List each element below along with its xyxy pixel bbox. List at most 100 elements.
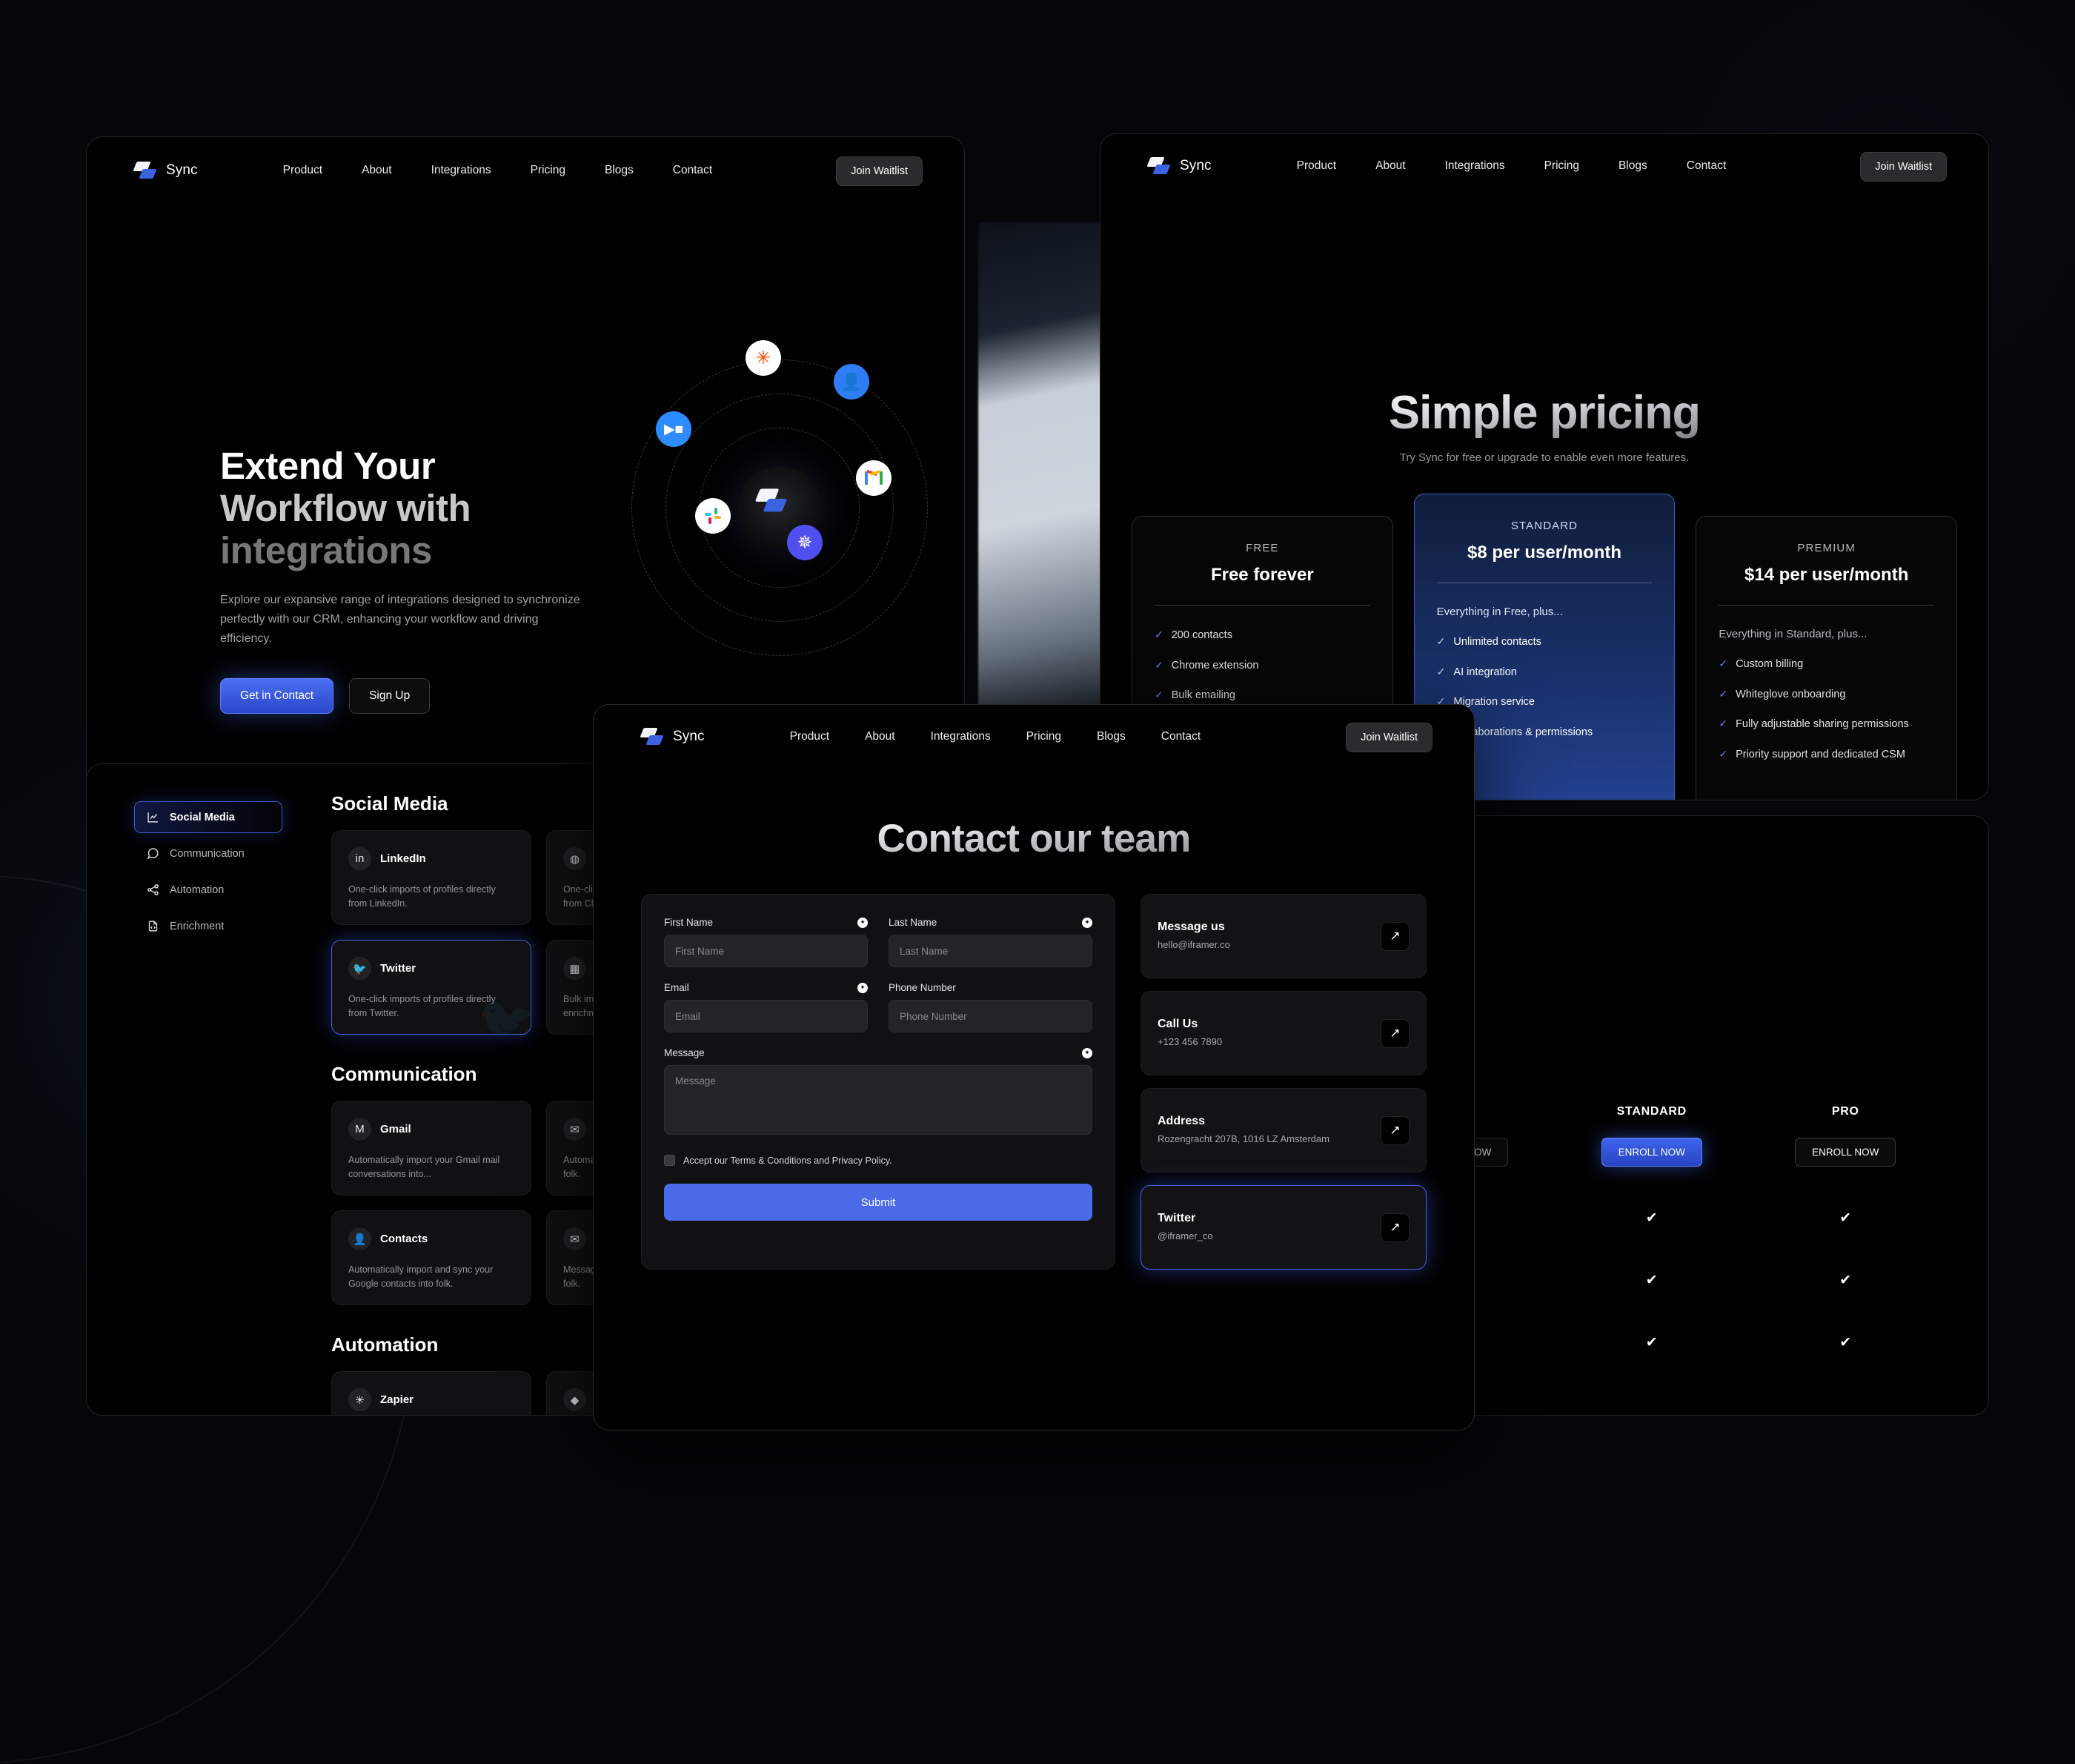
last-name-label: Last Name <box>889 917 937 928</box>
sync-logo-icon <box>1146 156 1171 176</box>
integration-desc: One-click imports of profiles directly f… <box>348 884 496 909</box>
gmail-icon: M <box>348 1118 371 1141</box>
message-field-group: Message ✦ <box>664 1047 1092 1138</box>
first-name-field-group: First Name ✦ <box>664 917 868 967</box>
arrow-up-right-icon[interactable]: ↗ <box>1381 1213 1410 1242</box>
integration-card-zapier[interactable]: ✳ Zapier Automate your workflows across … <box>331 1371 531 1415</box>
hero-title: Extend Your Workflow with integrations <box>220 445 591 571</box>
sidebar-item-communication[interactable]: Communication <box>134 838 282 869</box>
sync-logo-icon <box>754 488 803 528</box>
nav-link-integrations[interactable]: Integrations <box>1445 159 1505 173</box>
nav-link-pricing[interactable]: Pricing <box>1544 159 1579 173</box>
message-label: Message <box>664 1047 705 1058</box>
nav-link-contact[interactable]: Contact <box>1687 159 1726 173</box>
pricing-nav-links: Product About Integrations Pricing Blogs… <box>1297 159 1727 173</box>
nav-link-product[interactable]: Product <box>283 164 322 177</box>
sidebar-item-automation[interactable]: Automation <box>134 874 282 906</box>
gmail-icon[interactable] <box>856 460 892 496</box>
contact-card-twitter[interactable]: Twitter @iframer_co ↗ <box>1141 1185 1427 1270</box>
first-name-input[interactable] <box>664 935 868 967</box>
chart-line-icon <box>147 811 159 823</box>
compare-column-pro: PRO ENROLL NOW <box>1749 1105 1943 1167</box>
nav-link-pricing[interactable]: Pricing <box>1026 730 1061 743</box>
bulk-icon: ▦ <box>563 957 586 980</box>
contact-nav-links: Product About Integrations Pricing Blogs… <box>790 730 1201 743</box>
required-icon: ✦ <box>1082 917 1092 928</box>
plan-card-premium: PREMIUM $14 per user/month Everything in… <box>1696 516 1958 800</box>
zapier-icon[interactable]: ✳ <box>746 340 781 376</box>
join-waitlist-button[interactable]: Join Waitlist <box>1860 152 1947 182</box>
brand-logo[interactable]: Sync <box>133 161 198 180</box>
nav-link-about[interactable]: About <box>1375 159 1406 173</box>
submit-button[interactable]: Submit <box>664 1184 1092 1221</box>
sidebar-item-label: Social Media <box>170 811 235 823</box>
nav-link-blogs[interactable]: Blogs <box>605 164 634 177</box>
integration-name: Twitter <box>380 962 416 975</box>
form-row-contact: Email ✦ Phone Number <box>664 982 1092 1032</box>
integration-card-linkedin[interactable]: in LinkedIn One-click imports of profile… <box>331 830 531 925</box>
nav-link-product[interactable]: Product <box>1297 159 1336 173</box>
contact-card-address[interactable]: Address Rozengracht 207B, 1016 LZ Amster… <box>1141 1088 1427 1173</box>
integrations-sidebar: Social Media Communication Automation En… <box>134 801 282 946</box>
integration-card-gmail[interactable]: M Gmail Automatically import your Gmail … <box>331 1101 531 1196</box>
phone-input[interactable] <box>889 1000 1092 1032</box>
check-icon: ✔ <box>1839 1272 1852 1288</box>
arrow-up-right-icon[interactable]: ↗ <box>1381 921 1410 951</box>
nav-link-contact[interactable]: Contact <box>1161 730 1201 743</box>
nav-link-pricing[interactable]: Pricing <box>531 164 565 177</box>
brand-logo[interactable]: Sync <box>1146 156 1212 176</box>
loom-icon[interactable]: ✵ <box>787 525 823 560</box>
email-field-group: Email ✦ <box>664 982 868 1032</box>
sidebar-item-social-media[interactable]: Social Media <box>134 801 282 833</box>
nav-link-integrations[interactable]: Integrations <box>431 164 491 177</box>
integration-desc: Automatically import and sync your Googl… <box>348 1264 494 1290</box>
integration-name: LinkedIn <box>380 852 426 865</box>
brand-name: Sync <box>673 729 705 744</box>
sync-logo-icon <box>133 161 157 180</box>
join-waitlist-button[interactable]: Join Waitlist <box>836 156 923 186</box>
slack-icon[interactable] <box>695 498 731 534</box>
nav-link-product[interactable]: Product <box>790 730 829 743</box>
nav-link-contact[interactable]: Contact <box>673 164 712 177</box>
nav-link-about[interactable]: About <box>362 164 392 177</box>
sidebar-item-enrichment[interactable]: Enrichment <box>134 910 282 942</box>
plan-price: Free forever <box>1210 565 1314 585</box>
chat-bubble-icon <box>147 847 159 860</box>
hero-title-line-1: Extend Your <box>220 445 436 487</box>
enroll-now-button-standard[interactable]: ENROLL NOW <box>1601 1138 1702 1167</box>
arrow-up-right-icon[interactable]: ↗ <box>1381 1018 1410 1048</box>
arrow-up-right-icon[interactable]: ↗ <box>1381 1115 1410 1145</box>
get-in-contact-button[interactable]: Get in Contact <box>220 678 334 714</box>
terms-checkbox[interactable] <box>664 1155 675 1166</box>
enroll-now-button-pro[interactable]: ENROLL NOW <box>1795 1138 1896 1167</box>
email-input[interactable] <box>664 1000 868 1032</box>
zoom-icon[interactable]: ▶■ <box>656 411 691 447</box>
check-icon: ✔ <box>1645 1334 1658 1350</box>
nav-link-integrations[interactable]: Integrations <box>931 730 991 743</box>
integration-name: Gmail <box>380 1123 411 1135</box>
hero-subtitle: Explore our expansive range of integrati… <box>220 594 580 646</box>
integration-card-contacts[interactable]: 👤 Contacts Automatically import and sync… <box>331 1210 531 1305</box>
linkedin-icon: in <box>348 847 371 870</box>
integration-card-twitter[interactable]: 🐦 Twitter One-click imports of profiles … <box>331 940 531 1035</box>
nav-link-blogs[interactable]: Blogs <box>1618 159 1647 173</box>
person-icon[interactable]: 👤 <box>834 364 869 399</box>
brand-logo[interactable]: Sync <box>640 727 705 746</box>
compare-column-standard: STANDARD ENROLL NOW <box>1555 1105 1749 1167</box>
contact-card-message-us[interactable]: Message us hello@iframer.co ↗ <box>1141 894 1427 978</box>
contact-card-title: Call Us <box>1158 1017 1198 1030</box>
integrations-orbit-graphic: ✳ 👤 ▶■ ✵ <box>631 340 928 656</box>
nav-link-about[interactable]: About <box>865 730 895 743</box>
message-textarea[interactable] <box>664 1065 1092 1135</box>
last-name-input[interactable] <box>889 935 1092 967</box>
check-icon: ✔ <box>1645 1210 1658 1226</box>
contact-form: First Name ✦ Last Name ✦ Email <box>641 894 1115 1270</box>
join-waitlist-button[interactable]: Join Waitlist <box>1346 723 1432 752</box>
sign-up-button[interactable]: Sign Up <box>349 678 431 714</box>
first-name-label: First Name <box>664 917 714 928</box>
hero-nav-links: Product About Integrations Pricing Blogs… <box>283 164 713 177</box>
plan-note: Everything in Free, plus... <box>1436 606 1563 618</box>
contact-card-call-us[interactable]: Call Us +123 456 7890 ↗ <box>1141 991 1427 1075</box>
contact-card-value: hello@iframer.co <box>1158 938 1230 950</box>
nav-link-blogs[interactable]: Blogs <box>1097 730 1126 743</box>
